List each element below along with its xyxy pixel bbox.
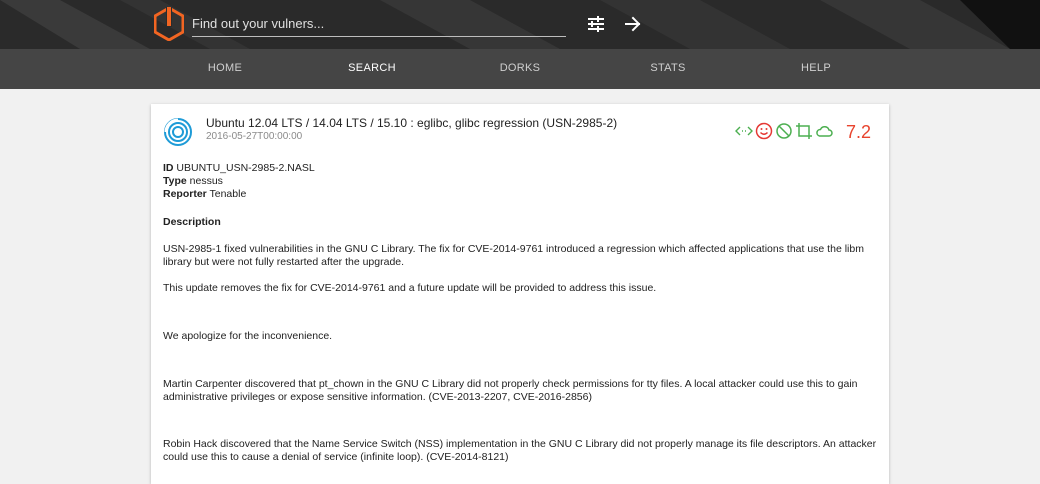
search-field[interactable] — [192, 12, 566, 37]
description-paragraph: Robin Hack discovered that the Name Serv… — [163, 438, 877, 463]
result-title[interactable]: Ubuntu 12.04 LTS / 14.04 LTS / 15.10 : e… — [206, 116, 617, 130]
meta-id: ID UBUNTU_USN-2985-2.NASL — [163, 162, 315, 175]
top-bar — [0, 0, 1040, 49]
network-vector-icon — [735, 122, 753, 140]
meta-id-value: UBUNTU_USN-2985-2.NASL — [176, 162, 315, 174]
result-date: 2016-05-27T00:00:00 — [206, 131, 303, 142]
meta-id-label: ID — [163, 162, 174, 174]
search-input[interactable] — [192, 12, 566, 34]
result-meta: ID UBUNTU_USN-2985-2.NASL Type nessus Re… — [163, 162, 315, 201]
badge-row — [735, 122, 833, 140]
cloud-icon — [815, 122, 833, 140]
description-paragraph: USN-2985-1 fixed vulnerabilities in the … — [163, 243, 864, 268]
tenable-logo-icon — [164, 118, 192, 146]
nav-home[interactable]: HOME — [175, 49, 275, 89]
meta-reporter: Reporter Tenable — [163, 188, 315, 201]
description-paragraph: Martin Carpenter discovered that pt_chow… — [163, 378, 858, 403]
main-nav: HOME SEARCH DORKS STATS HELP — [0, 49, 1040, 89]
description-heading: Description — [163, 216, 221, 228]
nav-help[interactable]: HELP — [766, 49, 866, 89]
meta-type-value: nessus — [189, 175, 223, 187]
meta-reporter-label: Reporter — [163, 188, 207, 200]
arrow-right-icon[interactable] — [623, 14, 643, 34]
block-icon — [775, 122, 793, 140]
nav-stats[interactable]: STATS — [618, 49, 718, 89]
meta-type-label: Type — [163, 175, 187, 187]
vulners-logo-icon[interactable] — [154, 7, 184, 41]
meta-reporter-value: Tenable — [209, 188, 247, 200]
nav-search[interactable]: SEARCH — [322, 49, 422, 89]
tune-icon[interactable] — [586, 14, 606, 34]
smiley-icon — [755, 122, 773, 140]
description-paragraph: We apologize for the inconvenience. — [163, 330, 333, 342]
crop-icon — [795, 122, 813, 140]
result-card: Ubuntu 12.04 LTS / 14.04 LTS / 15.10 : e… — [151, 104, 889, 484]
description-paragraph: This update removes the fix for CVE-2014… — [163, 282, 657, 294]
meta-type: Type nessus — [163, 175, 315, 188]
nav-dorks[interactable]: DORKS — [470, 49, 570, 89]
cvss-score: 7.2 — [846, 122, 872, 142]
